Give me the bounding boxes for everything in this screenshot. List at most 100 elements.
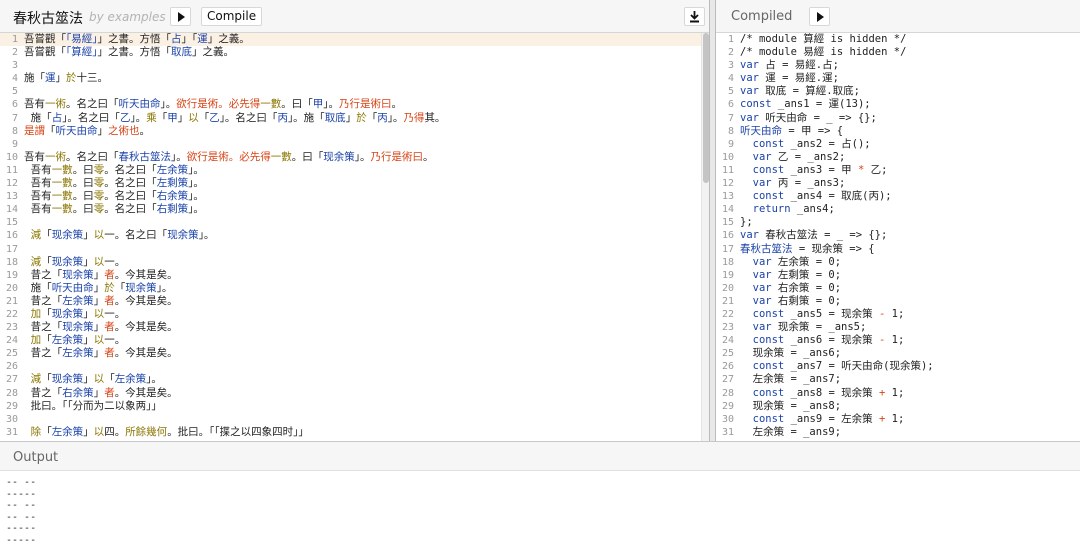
code-token: 右剩策 [156,203,189,216]
code-text: 吾嘗觀「「易經」」之書。方悟「占」「運」之義。 [24,33,250,46]
line-number: 20 [5,282,18,294]
code-token: 。曰 [72,163,94,176]
app-subtitle: by examples [89,10,166,24]
code-token: 。曰 [72,177,94,190]
code-token: 。 [114,334,126,347]
code-line: 15}; [716,216,1080,229]
code-token: 。曰 [72,190,94,203]
output-panel: -- -- ----- -- -- -- -- ----- ----- [0,471,1080,555]
code-text: var 右剩策 = 0; [740,295,841,308]
compile-button[interactable]: Compile [201,7,263,26]
code-text: const _ans1 = 運(13); [740,98,871,111]
compiled-pane: Compiled 1 /* module 算經 is hidden */ 2 /* m… [715,0,1080,441]
code-token: 「 [41,307,52,320]
code-text: 左余策 = _ans7; [740,373,841,386]
code-token: 運 [45,72,56,85]
code-token: var [740,177,772,190]
code-token: 昔之「 [24,386,63,399]
code-token: 減 [24,229,42,242]
code-text: 是謂「听天由命」之術也。 [24,125,150,138]
line-number: 2 [11,47,18,59]
line-number: 1 [11,34,18,45]
code-token: 「 [104,373,115,386]
code-token: 一術 [45,98,66,111]
code-line: 25 现余策 = _ans6; [716,347,1080,360]
line-number: 9 [11,138,18,150]
code-text: var 左余策 = 0; [740,256,841,269]
code-token: var [740,321,772,334]
source-scrollbar[interactable] [701,33,709,441]
code-token: 」之書。方悟「 [97,46,172,59]
code-token: 右余策 = 0; [771,281,842,294]
output-line: -- -- [6,511,37,523]
code-token: 」之義。 [207,33,250,45]
run-compiled-button[interactable] [809,7,830,26]
line-number: 24 [5,335,18,347]
code-line: 2 /* module 易經 is hidden */ [716,46,1080,59]
compiled-toolbar: Compiled [716,0,1080,33]
code-token: 听天由命 = _ => {}; [758,111,877,124]
line-number: 14 [5,204,18,216]
code-text: 昔之「现余策」者。今其是矣。 [24,269,178,282]
run-button[interactable] [170,7,191,26]
line-number: 6 [727,99,734,111]
line-number: 27 [721,374,734,386]
code-line: 30 [0,413,709,426]
compiled-editor[interactable]: 1 /* module 算經 is hidden */ 2 /* module 易經 … [716,33,1080,441]
code-token: 听天由命 [55,124,98,137]
code-token: 加 [24,334,42,347]
code-token: 」 [177,111,189,124]
code-token: 一數 [51,190,73,203]
code-line: 7 var 听天由命 = _ => {}; [716,112,1080,125]
code-line: 29 批曰。「「分而为二以象两」」 [0,400,709,413]
code-token: 丙 [277,111,288,124]
code-token: 者 [104,294,115,307]
code-text: 加「左余策」以一。 [24,334,126,347]
line-number: 10 [721,151,734,163]
play-icon [817,12,824,22]
source-scrollbar-thumb[interactable] [703,33,709,183]
code-token: 听天由命 [118,98,161,111]
code-token: 右余策 [156,190,189,203]
code-token: 现余策 = _ans6; [740,347,842,360]
code-token: 一 [104,307,115,320]
line-number: 12 [5,178,18,190]
line-number: 19 [721,269,734,281]
code-line: 24 const _ans6 = 现余策 - 1; [716,334,1080,347]
line-number: 15 [721,217,734,229]
code-token: 。批曰。「「揲之以四象四时」」 [167,425,309,438]
code-token: 左剩策 = 0; [771,268,842,281]
code-line: 20 var 右余策 = 0; [716,282,1080,295]
line-number: 1 [727,34,734,45]
code-text: var 听天由命 = _ => {}; [740,112,877,125]
source-editor[interactable]: 1 吾嘗觀「「易經」」之書。方悟「占」「運」之義。 2 吾嘗觀「「算經」」之書。方悟「… [0,33,709,441]
code-token: 」 [93,268,105,281]
code-token: 听天由命 [51,281,94,294]
code-token: 一數 [270,150,292,163]
code-line: 17 [0,243,709,256]
line-number: 25 [721,348,734,360]
code-token: 」。施「 [287,111,325,124]
code-text: var 取底 = 算經.取底; [740,85,860,98]
code-token: 。 [391,98,403,111]
code-text: 除「左余策」以四。所餘幾何。批曰。「「揲之以四象四时」」 [24,426,309,439]
code-token: var [740,150,772,163]
code-token: 现余策 [51,255,84,268]
code-token: var [740,111,759,124]
source-pane: 春秋古筮法 by examples Compile 1 吾嘗觀「「易經」」之書。方… [0,0,710,441]
code-token: = 甲 => { [782,124,844,137]
code-token: 左余策 = _ans7; [740,373,842,386]
code-token: 乘 [146,111,157,124]
download-button[interactable] [684,7,705,26]
code-token: var [740,229,759,242]
code-token: 減 [24,373,42,386]
output-header: Output [0,441,1080,471]
code-text: 听天由命 = 甲 => { [740,125,843,138]
code-token: 乃得 [403,111,425,124]
code-line: 20 施「听天由命」於「现余策」。 [0,282,709,295]
code-token: 十三。 [76,72,109,85]
output-line: -- -- [6,477,37,488]
code-token: 昔之「 [24,294,63,307]
code-token: 。名之曰「 [66,98,119,111]
line-number: 29 [5,400,18,412]
